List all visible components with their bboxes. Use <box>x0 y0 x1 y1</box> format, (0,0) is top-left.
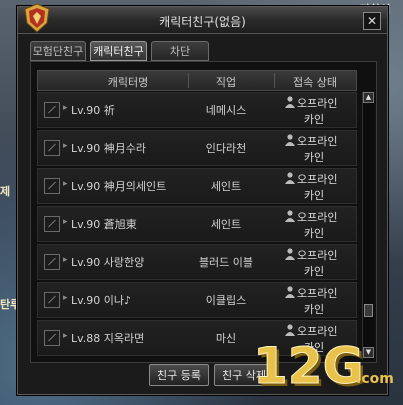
server-name: 카인 <box>303 113 325 126</box>
background-side-text-1: 제 <box>0 185 11 198</box>
close-button[interactable]: ✕ <box>363 12 381 30</box>
row-checkbox[interactable] <box>44 330 60 346</box>
row-checkbox[interactable] <box>44 254 60 270</box>
connection-status: 오프라인 <box>297 287 338 300</box>
character-job: 블러드 이블 <box>198 256 254 269</box>
scroll-up-button[interactable]: ▲ <box>363 92 374 103</box>
vertical-scrollbar[interactable]: ▲ ▼ <box>362 92 374 360</box>
connection-status: 오프라인 <box>297 249 338 262</box>
header-connection-status: 접속 상태 <box>293 76 337 89</box>
connection-status: 오프라인 <box>297 211 338 224</box>
friend-list-panel: 캐릭터명 직업 접속 상태 ▸ Lv.90 祈 네메시스 오프라인 카인 ▸ L… <box>30 61 377 363</box>
row-checkbox[interactable] <box>44 102 60 118</box>
row-checkbox[interactable] <box>44 178 60 194</box>
person-icon <box>285 96 295 108</box>
arrow-right-icon: ▸ <box>63 331 68 341</box>
character-name: Lv.90 祈 <box>71 104 115 117</box>
window-title: 캐릭터친구(없음) <box>159 15 246 29</box>
table-row[interactable]: ▸ Lv.90 蒼旭東 세인트 오프라인 카인 <box>37 206 357 242</box>
table-header: 캐릭터명 직업 접속 상태 <box>37 70 357 91</box>
connection-status: 오프라인 <box>297 325 338 338</box>
header-job: 직업 <box>215 76 237 89</box>
row-checkbox[interactable] <box>44 140 60 156</box>
tab-character-friends[interactable]: 캐릭터친구 <box>90 41 147 61</box>
header-character-name: 캐릭터명 <box>107 76 149 89</box>
character-name: Lv.90 神月의세인트 <box>71 180 167 193</box>
character-name: Lv.90 사랑한양 <box>71 256 145 269</box>
person-icon <box>285 324 295 336</box>
character-name: Lv.90 이나♪ <box>71 294 132 307</box>
table-row[interactable]: ▸ Lv.90 祈 네메시스 오프라인 카인 <box>37 92 357 128</box>
person-icon <box>285 248 295 260</box>
server-name: 카인 <box>303 227 325 240</box>
table-row[interactable]: ▸ Lv.90 神月의세인트 세인트 오프라인 카인 <box>37 168 357 204</box>
table-row[interactable]: ▸ Lv.90 사랑한양 블러드 이블 오프라인 카인 <box>37 244 357 280</box>
character-name: Lv.90 神月수라 <box>71 142 147 155</box>
character-job: 세인트 <box>210 218 242 231</box>
character-job: 인다라천 <box>205 142 247 155</box>
tab-adventure-friends[interactable]: 모험단친구 <box>30 41 86 61</box>
arrow-right-icon: ▸ <box>63 103 68 113</box>
person-icon <box>285 134 295 146</box>
row-checkbox[interactable] <box>44 216 60 232</box>
tab-blocked[interactable]: 차단 <box>151 41 209 61</box>
arrow-right-icon: ▸ <box>63 141 68 151</box>
connection-status: 오프라인 <box>297 173 338 186</box>
watermark-logo: 12G 12G .com <box>253 338 394 398</box>
character-job: 세인트 <box>210 180 242 193</box>
character-name: Lv.88 지옥라면 <box>71 332 145 345</box>
server-name: 카인 <box>303 189 325 202</box>
watermark-logo-text: 12G <box>253 338 364 395</box>
arrow-right-icon: ▸ <box>63 255 68 265</box>
add-friend-button[interactable]: 친구 등록 <box>149 364 209 386</box>
title-bar[interactable]: 캐릭터친구(없음) ✕ <box>18 3 387 34</box>
table-row[interactable]: ▸ Lv.90 神月수라 인다라천 오프라인 카인 <box>37 130 357 166</box>
character-job: 네메시스 <box>205 104 247 117</box>
watermark-logo-suffix: .com <box>356 371 394 387</box>
person-icon <box>285 172 295 184</box>
character-name: Lv.90 蒼旭東 <box>71 218 137 231</box>
row-checkbox[interactable] <box>44 292 60 308</box>
scroll-thumb[interactable] <box>364 304 373 317</box>
server-name: 카인 <box>303 151 325 164</box>
arrow-right-icon: ▸ <box>63 179 68 189</box>
arrow-right-icon: ▸ <box>63 217 68 227</box>
connection-status: 오프라인 <box>297 97 338 110</box>
table-row[interactable]: ▸ Lv.90 이나♪ 이클립스 오프라인 카인 <box>37 282 357 318</box>
person-icon <box>285 210 295 222</box>
server-name: 카인 <box>303 303 325 316</box>
arrow-right-icon: ▸ <box>63 293 68 303</box>
connection-status: 오프라인 <box>297 135 338 148</box>
character-job: 이클립스 <box>205 294 247 307</box>
person-icon <box>285 286 295 298</box>
friend-list-window: 캐릭터친구(없음) ✕ 모험단친구 캐릭터친구 차단 캐릭터명 직업 접속 상태… <box>17 3 388 395</box>
server-name: 카인 <box>303 265 325 278</box>
